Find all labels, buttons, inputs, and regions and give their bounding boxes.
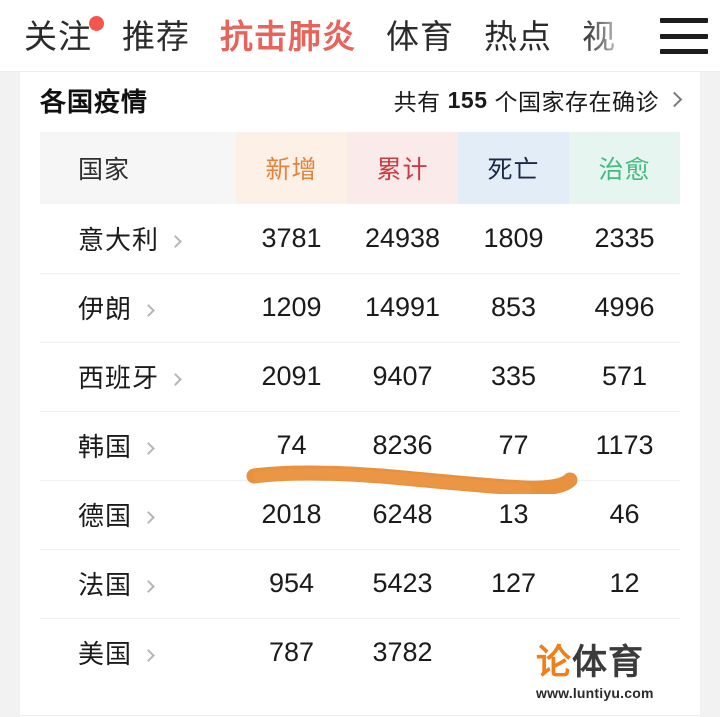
row-total-cell: 6248 [347, 480, 458, 550]
chevron-right-icon [666, 91, 683, 107]
table-row[interactable]: 西班牙 2091 9407 335 571 [40, 342, 680, 412]
nav-tab-strip[interactable]: 关注 推荐 抗击肺炎 体育 热点 视 [0, 15, 616, 55]
nav-tab-hotspot[interactable]: 热点 [484, 20, 552, 53]
nav-tab-video-partial[interactable]: 视 [582, 20, 616, 53]
column-header-new[interactable]: 新增 [236, 132, 347, 204]
country-stats-table: 国家 新增 累计 死亡 治愈 意大利 3781 24938 1809 2335 伊朗 120… [40, 132, 680, 687]
country-count-value: 155 [447, 86, 488, 113]
row-total-cell: 14991 [347, 273, 458, 343]
table-header-row: 国家 新增 累计 死亡 治愈 [40, 132, 680, 204]
table-row[interactable]: 意大利 3781 24938 1809 2335 [40, 204, 680, 274]
row-new-cell: 2018 [236, 480, 347, 550]
column-header-total[interactable]: 累计 [347, 132, 458, 204]
table-row[interactable]: 德国 2018 6248 13 46 [40, 480, 680, 550]
row-new-cell: 74 [236, 411, 347, 481]
row-cured-cell: 46 [569, 480, 680, 550]
hamburger-line-3 [660, 49, 708, 54]
country-count-link[interactable]: 共有 155 个国家存在确诊 [393, 83, 683, 117]
row-cured-cell [569, 618, 680, 687]
count-prefix-label: 共有 [393, 89, 441, 115]
row-new-cell: 2091 [236, 342, 347, 412]
row-new-cell: 1209 [236, 273, 347, 343]
notification-dot-icon [89, 15, 104, 31]
table-row[interactable]: 伊朗 1209 14991 853 4996 [40, 273, 680, 343]
section-header: 各国疫情 共有 155 个国家存在确诊 [40, 72, 683, 128]
row-country-label: 韩国 [78, 432, 133, 462]
chevron-right-icon [142, 580, 155, 593]
row-total-cell: 3782 [372, 637, 433, 668]
row-country-cell[interactable]: 西班牙 [40, 342, 236, 412]
sheet-bottom-divider [20, 715, 700, 716]
row-death-cell: 335 [458, 342, 569, 412]
row-country-cell[interactable]: 美国 [40, 618, 236, 687]
nav-tab-sports-label: 体育 [386, 17, 454, 55]
row-country-cell[interactable]: 意大利 [40, 204, 236, 274]
table-header: 国家 新增 累计 死亡 治愈 [40, 132, 680, 204]
hamburger-line-2 [660, 33, 708, 39]
row-country-cell[interactable]: 法国 [40, 549, 236, 619]
table-body: 意大利 3781 24938 1809 2335 伊朗 1209 14991 853 4996 西班… [40, 204, 680, 687]
row-total-cell: 24938 [347, 204, 458, 274]
row-country-label: 意大利 [78, 224, 160, 255]
chevron-right-icon [142, 649, 155, 663]
hamburger-line-1 [660, 18, 708, 23]
row-cured-cell: 4996 [569, 273, 680, 343]
app-root: 关注 推荐 抗击肺炎 体育 热点 视 各国疫情 共有 155 个国家存在确诊 国… [0, 0, 720, 717]
page-title: 各国疫情 [40, 86, 149, 117]
row-death-cell [458, 618, 569, 687]
count-suffix-label: 个国家存在确诊 [494, 89, 659, 115]
row-cured-cell: 1173 [569, 411, 680, 481]
chevron-right-icon [142, 442, 155, 455]
row-cured-cell: 12 [569, 549, 680, 619]
hamburger-menu-icon[interactable] [660, 18, 708, 54]
row-country-cell[interactable]: 伊朗 [40, 273, 236, 343]
nav-tab-follow[interactable]: 关注 [24, 15, 104, 55]
row-country-label: 美国 [78, 639, 133, 670]
row-death-cell: 1809 [458, 204, 569, 274]
row-death-cell: 127 [458, 549, 569, 619]
nav-tab-follow-label: 关注 [24, 17, 92, 55]
row-country-label: 德国 [78, 501, 133, 531]
chevron-right-icon [142, 304, 155, 317]
nav-tab-hotspot-label: 热点 [484, 17, 552, 55]
table-row[interactable]: 美国 787 3782 [40, 618, 680, 687]
row-total-cell: 5423 [347, 549, 458, 619]
nav-tab-fight-pneumonia[interactable]: 抗击肺炎 [220, 20, 356, 53]
row-cured-cell: 2335 [569, 204, 680, 274]
content-sheet: 各国疫情 共有 155 个国家存在确诊 国家 新增 累计 死亡 治愈 意大利 3… [20, 72, 700, 717]
nav-tab-recommend-label: 推荐 [122, 17, 190, 55]
row-new-cell: 787 [268, 637, 315, 668]
chevron-right-icon [169, 373, 182, 386]
row-country-cell[interactable]: 韩国 [40, 411, 236, 481]
row-country-label: 伊朗 [78, 294, 133, 324]
nav-tab-sports[interactable]: 体育 [386, 20, 454, 53]
row-country-label: 法国 [78, 570, 133, 600]
chevron-right-icon [142, 511, 155, 524]
nav-tab-fight-pneumonia-label: 抗击肺炎 [220, 17, 356, 55]
table-row[interactable]: 韩国 74 8236 77 1173 [40, 411, 680, 481]
table-row[interactable]: 法国 954 5423 127 12 [40, 549, 680, 619]
row-death-cell: 77 [458, 411, 569, 481]
row-country-label: 西班牙 [78, 363, 160, 393]
row-country-cell[interactable]: 德国 [40, 480, 236, 550]
country-stats-card: 国家 新增 累计 死亡 治愈 意大利 3781 24938 1809 2335 伊朗 120… [40, 132, 680, 717]
column-header-cured[interactable]: 治愈 [569, 132, 680, 204]
nav-tab-recommend[interactable]: 推荐 [122, 20, 190, 53]
row-total-cell: 8236 [347, 411, 458, 481]
row-cured-cell: 571 [569, 342, 680, 412]
row-death-cell: 13 [458, 480, 569, 550]
column-header-country[interactable]: 国家 [40, 132, 236, 204]
row-death-cell: 853 [458, 273, 569, 343]
row-new-cell: 3781 [236, 204, 347, 274]
nav-tab-video-partial-label: 视 [582, 17, 616, 55]
column-header-death[interactable]: 死亡 [458, 132, 569, 204]
row-total-cell: 9407 [347, 342, 458, 412]
chevron-right-icon [169, 234, 182, 248]
row-new-cell: 954 [236, 549, 347, 619]
top-navigation-bar: 关注 推荐 抗击肺炎 体育 热点 视 [0, 0, 720, 72]
